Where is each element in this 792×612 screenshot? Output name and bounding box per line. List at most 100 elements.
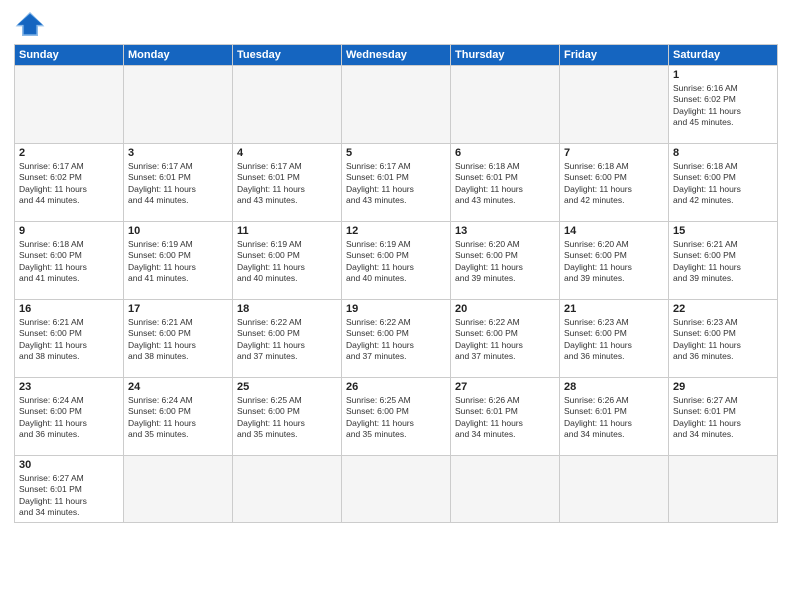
calendar-day-cell: 7 Sunrise: 6:18 AM Sunset: 6:00 PM Daylig…: [560, 144, 669, 222]
calendar-week-row: 16 Sunrise: 6:21 AM Sunset: 6:00 PM Dayli…: [15, 300, 778, 378]
day-info: Sunrise: 6:25 AM Sunset: 6:00 PM Dayligh…: [346, 395, 446, 441]
calendar-day-cell: 16 Sunrise: 6:21 AM Sunset: 6:00 PM Dayli…: [15, 300, 124, 378]
day-number: 27: [455, 381, 555, 393]
day-info: Sunrise: 6:18 AM Sunset: 6:00 PM Dayligh…: [564, 161, 664, 207]
day-number: 21: [564, 303, 664, 315]
calendar-day-cell: 21 Sunrise: 6:23 AM Sunset: 6:00 PM Dayli…: [560, 300, 669, 378]
day-info: Sunrise: 6:25 AM Sunset: 6:00 PM Dayligh…: [237, 395, 337, 441]
day-number: 13: [455, 225, 555, 237]
calendar-day-cell: [560, 456, 669, 523]
day-number: 4: [237, 147, 337, 159]
day-info: Sunrise: 6:27 AM Sunset: 6:01 PM Dayligh…: [673, 395, 773, 441]
day-number: 15: [673, 225, 773, 237]
day-number: 17: [128, 303, 228, 315]
header: [14, 10, 778, 38]
day-number: 6: [455, 147, 555, 159]
weekday-header: Sunday: [15, 45, 124, 66]
day-info: Sunrise: 6:17 AM Sunset: 6:01 PM Dayligh…: [237, 161, 337, 207]
day-info: Sunrise: 6:18 AM Sunset: 6:01 PM Dayligh…: [455, 161, 555, 207]
day-info: Sunrise: 6:17 AM Sunset: 6:01 PM Dayligh…: [128, 161, 228, 207]
calendar-day-cell: 12 Sunrise: 6:19 AM Sunset: 6:00 PM Dayli…: [342, 222, 451, 300]
calendar-day-cell: [124, 66, 233, 144]
calendar-day-cell: 1Sunrise: 6:16 AM Sunset: 6:02 PM Daylig…: [669, 66, 778, 144]
calendar-week-row: 1Sunrise: 6:16 AM Sunset: 6:02 PM Daylig…: [15, 66, 778, 144]
weekday-header: Thursday: [451, 45, 560, 66]
day-number: 7: [564, 147, 664, 159]
calendar-day-cell: 24 Sunrise: 6:24 AM Sunset: 6:00 PM Dayli…: [124, 378, 233, 456]
calendar-day-cell: 30 Sunrise: 6:27 AM Sunset: 6:01 PM Dayli…: [15, 456, 124, 523]
weekday-header: Monday: [124, 45, 233, 66]
calendar-week-row: 2 Sunrise: 6:17 AM Sunset: 6:02 PM Daylig…: [15, 144, 778, 222]
day-number: 11: [237, 225, 337, 237]
day-info: Sunrise: 6:23 AM Sunset: 6:00 PM Dayligh…: [564, 317, 664, 363]
day-info: Sunrise: 6:19 AM Sunset: 6:00 PM Dayligh…: [346, 239, 446, 285]
logo-icon: [14, 10, 46, 38]
day-number: 9: [19, 225, 119, 237]
day-info: Sunrise: 6:24 AM Sunset: 6:00 PM Dayligh…: [128, 395, 228, 441]
calendar-week-row: 9 Sunrise: 6:18 AM Sunset: 6:00 PM Daylig…: [15, 222, 778, 300]
calendar-day-cell: [669, 456, 778, 523]
day-info: Sunrise: 6:21 AM Sunset: 6:00 PM Dayligh…: [673, 239, 773, 285]
day-number: 2: [19, 147, 119, 159]
day-number: 3: [128, 147, 228, 159]
day-number: 26: [346, 381, 446, 393]
calendar-day-cell: [15, 66, 124, 144]
day-info: Sunrise: 6:26 AM Sunset: 6:01 PM Dayligh…: [564, 395, 664, 441]
calendar-day-cell: 19Sunrise: 6:22 AM Sunset: 6:00 PM Dayli…: [342, 300, 451, 378]
calendar-day-cell: [451, 66, 560, 144]
weekday-header: Friday: [560, 45, 669, 66]
calendar-day-cell: [233, 66, 342, 144]
calendar-week-row: 23 Sunrise: 6:24 AM Sunset: 6:00 PM Dayli…: [15, 378, 778, 456]
calendar-day-cell: [342, 66, 451, 144]
weekday-header: Saturday: [669, 45, 778, 66]
day-number: 28: [564, 381, 664, 393]
weekday-header: Wednesday: [342, 45, 451, 66]
day-number: 5: [346, 147, 446, 159]
calendar-day-cell: 6 Sunrise: 6:18 AM Sunset: 6:01 PM Daylig…: [451, 144, 560, 222]
page: SundayMondayTuesdayWednesdayThursdayFrid…: [0, 0, 792, 612]
calendar-day-cell: [560, 66, 669, 144]
day-info: Sunrise: 6:16 AM Sunset: 6:02 PM Dayligh…: [673, 83, 773, 129]
day-number: 29: [673, 381, 773, 393]
day-number: 10: [128, 225, 228, 237]
calendar-day-cell: 17 Sunrise: 6:21 AM Sunset: 6:00 PM Dayli…: [124, 300, 233, 378]
calendar-day-cell: 15 Sunrise: 6:21 AM Sunset: 6:00 PM Dayli…: [669, 222, 778, 300]
day-info: Sunrise: 6:17 AM Sunset: 6:02 PM Dayligh…: [19, 161, 119, 207]
calendar-day-cell: 25 Sunrise: 6:25 AM Sunset: 6:00 PM Dayli…: [233, 378, 342, 456]
calendar-day-cell: 27 Sunrise: 6:26 AM Sunset: 6:01 PM Dayli…: [451, 378, 560, 456]
calendar-day-cell: 5 Sunrise: 6:17 AM Sunset: 6:01 PM Daylig…: [342, 144, 451, 222]
day-info: Sunrise: 6:21 AM Sunset: 6:00 PM Dayligh…: [19, 317, 119, 363]
calendar-day-cell: 23 Sunrise: 6:24 AM Sunset: 6:00 PM Dayli…: [15, 378, 124, 456]
day-info: Sunrise: 6:20 AM Sunset: 6:00 PM Dayligh…: [455, 239, 555, 285]
calendar-day-cell: 28 Sunrise: 6:26 AM Sunset: 6:01 PM Dayli…: [560, 378, 669, 456]
day-info: Sunrise: 6:21 AM Sunset: 6:00 PM Dayligh…: [128, 317, 228, 363]
calendar-day-cell: 14Sunrise: 6:20 AM Sunset: 6:00 PM Dayli…: [560, 222, 669, 300]
day-number: 30: [19, 459, 119, 471]
day-number: 8: [673, 147, 773, 159]
day-number: 24: [128, 381, 228, 393]
day-info: Sunrise: 6:22 AM Sunset: 6:00 PM Dayligh…: [346, 317, 446, 363]
calendar-day-cell: 2 Sunrise: 6:17 AM Sunset: 6:02 PM Daylig…: [15, 144, 124, 222]
day-info: Sunrise: 6:19 AM Sunset: 6:00 PM Dayligh…: [237, 239, 337, 285]
calendar-day-cell: 11 Sunrise: 6:19 AM Sunset: 6:00 PM Dayli…: [233, 222, 342, 300]
calendar-day-cell: 18Sunrise: 6:22 AM Sunset: 6:00 PM Dayli…: [233, 300, 342, 378]
calendar-day-cell: 26 Sunrise: 6:25 AM Sunset: 6:00 PM Dayli…: [342, 378, 451, 456]
day-info: Sunrise: 6:27 AM Sunset: 6:01 PM Dayligh…: [19, 473, 119, 519]
day-info: Sunrise: 6:23 AM Sunset: 6:00 PM Dayligh…: [673, 317, 773, 363]
weekday-header: Tuesday: [233, 45, 342, 66]
calendar-header-row: SundayMondayTuesdayWednesdayThursdayFrid…: [15, 45, 778, 66]
calendar-day-cell: 8Sunrise: 6:18 AM Sunset: 6:00 PM Daylig…: [669, 144, 778, 222]
calendar-day-cell: 4 Sunrise: 6:17 AM Sunset: 6:01 PM Daylig…: [233, 144, 342, 222]
calendar-day-cell: [233, 456, 342, 523]
day-info: Sunrise: 6:26 AM Sunset: 6:01 PM Dayligh…: [455, 395, 555, 441]
day-number: 16: [19, 303, 119, 315]
day-info: Sunrise: 6:18 AM Sunset: 6:00 PM Dayligh…: [19, 239, 119, 285]
day-info: Sunrise: 6:24 AM Sunset: 6:00 PM Dayligh…: [19, 395, 119, 441]
day-info: Sunrise: 6:17 AM Sunset: 6:01 PM Dayligh…: [346, 161, 446, 207]
logo: [14, 10, 50, 38]
day-number: 12: [346, 225, 446, 237]
day-number: 25: [237, 381, 337, 393]
day-info: Sunrise: 6:19 AM Sunset: 6:00 PM Dayligh…: [128, 239, 228, 285]
calendar-day-cell: 22Sunrise: 6:23 AM Sunset: 6:00 PM Dayli…: [669, 300, 778, 378]
day-number: 23: [19, 381, 119, 393]
